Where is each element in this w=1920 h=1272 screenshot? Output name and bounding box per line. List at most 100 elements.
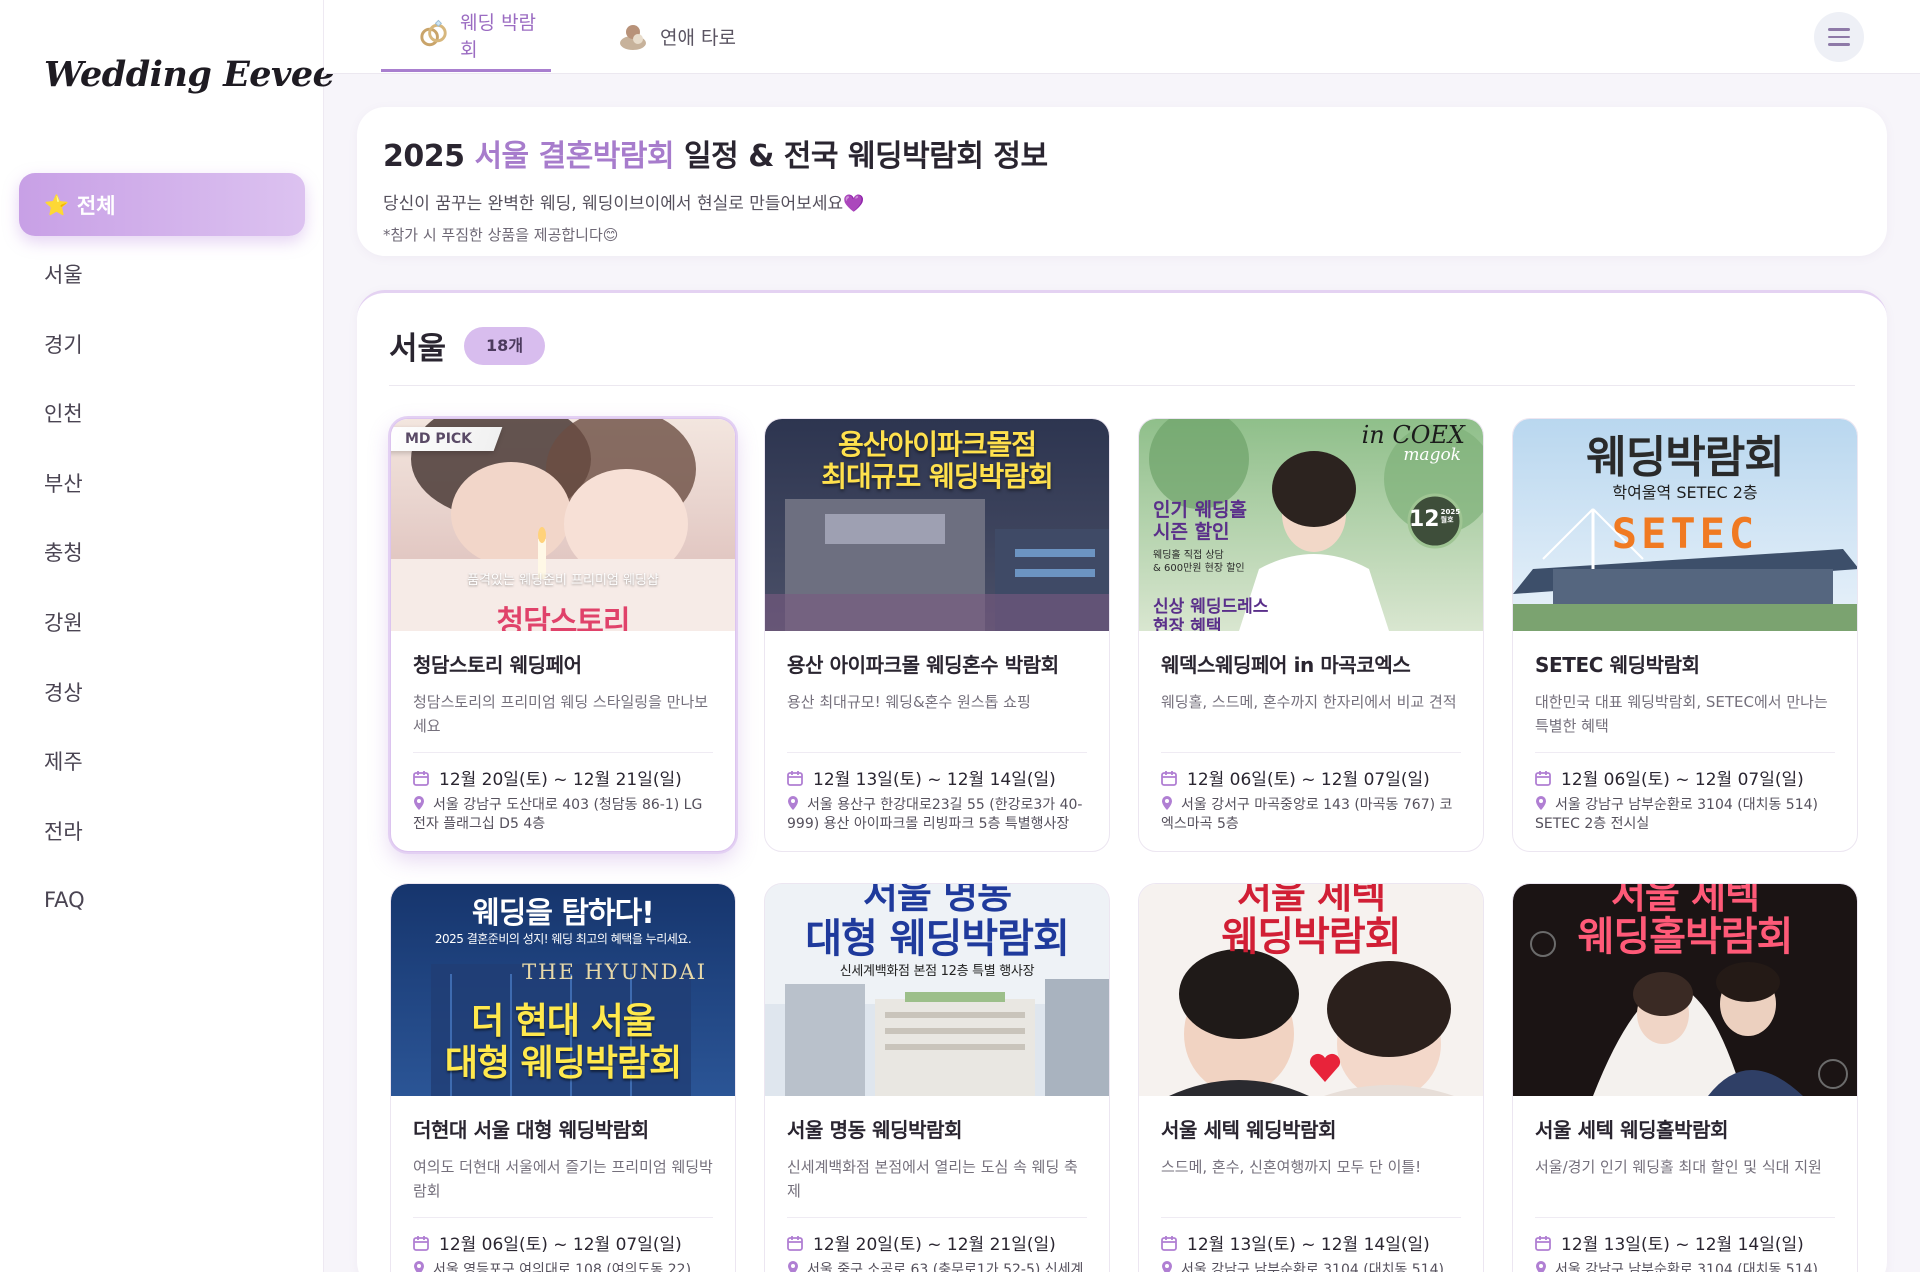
card-title: 청담스토리 웨딩페어 <box>413 653 582 677</box>
card-title: 서울 명동 웨딩박람회 <box>787 1118 963 1142</box>
sidebar-item-label: 부산 <box>44 471 83 496</box>
card-title: 용산 아이파크몰 웨딩혼수 박람회 <box>787 653 1059 677</box>
card-description: 대한민국 대표 웨딩박람회, SETEC에서 만나는 특별한 혜택 <box>1535 693 1828 735</box>
hamburger-menu-button[interactable] <box>1814 12 1864 62</box>
location-text: 서울 강남구 도산대로 403 (청담동 86-1) LG전자 플래그십 D5 … <box>413 797 703 832</box>
calendar-icon <box>787 770 803 786</box>
page-title: 2025 서울 결혼박람회 일정 & 전국 웨딩박람회 정보 <box>383 131 1861 175</box>
card-date: 12월 13일(토) ~ 12월 14일(일) <box>1535 1230 1835 1255</box>
title-suffix: 일정 & 전국 웨딩박람회 정보 <box>674 139 1048 174</box>
card-location: 서울 영등포구 여의대로 108 (여의도동 22) <box>413 1261 713 1272</box>
page-note: *참가 시 푸짐한 상품을 제공합니다😊 <box>383 226 619 244</box>
card-divider <box>1535 1217 1835 1218</box>
card-location: 서울 강남구 남부순환로 3104 (대치동 514) <box>1535 1261 1835 1272</box>
page-header: 2025 서울 결혼박람회 일정 & 전국 웨딩박람회 정보 당신이 꿈꾸는 완… <box>357 107 1887 256</box>
calendar-icon <box>1535 770 1551 786</box>
sidebar-item-gyeongsang[interactable]: 경상 <box>19 660 305 723</box>
divider <box>389 385 1855 386</box>
card-body: 서울 명동 웨딩박람회 신세계백화점 본점에서 열리는 도심 속 웨딩 축제 1… <box>765 1096 1109 1272</box>
magok-brand: magok <box>1403 445 1461 465</box>
section-title: 서울 <box>389 331 447 367</box>
location-text: 서울 중구 소공로 63 (충무로1가 52-5) 신세계 <box>807 1262 1084 1272</box>
tab-love-tarot[interactable]: 연애 타로 <box>616 0 766 72</box>
thumbnail-caption: 품격있는 웨딩준비 프리미엄 웨딩샵 <box>467 573 659 588</box>
location-text: 서울 강남구 남부순환로 3104 (대치동 514) <box>1555 1262 1818 1272</box>
card-body: 웨덱스웨딩페어 in 마곡코엑스 웨딩홀, 스드메, 혼수까지 한자리에서 비교… <box>1139 631 1483 834</box>
map-pin-icon <box>414 1261 424 1272</box>
sidebar-item-jeju[interactable]: 제주 <box>19 730 305 793</box>
fair-card-thehyundai[interactable]: 웨딩을 탐하다! 2025 결혼준비의 성지! 웨딩 최고의 혜택을 누리세요.… <box>390 883 736 1272</box>
fair-card-setec-hall[interactable]: 서울 세텍 웨딩홀박람회 서울 세텍 웨딩홀박람회 서울/경기 인기 웨딩홀 최… <box>1512 883 1858 1272</box>
card-divider <box>787 1217 1087 1218</box>
map-pin-icon <box>1536 796 1546 810</box>
fair-card-wedex-magok[interactable]: in COEX magok 인기 웨딩홀 시즌 할인 웨딩홀 직접 상담 & 600… <box>1138 418 1484 852</box>
hyundai-brand: THE HYUNDAI <box>522 960 707 984</box>
sidebar-item-incheon[interactable]: 인천 <box>19 382 305 445</box>
sidebar-item-label: 제주 <box>44 750 83 775</box>
date-text: 12월 13일(토) ~ 12월 14일(일) <box>1187 1235 1430 1255</box>
card-title: 서울 세텍 웨딩박람회 <box>1161 1118 1337 1142</box>
fair-thumbnail: 서울 세텍 웨딩박람회 <box>1139 884 1483 1096</box>
brand-logo[interactable]: Wedding Eevee♥ <box>44 54 359 95</box>
card-divider <box>1161 752 1461 753</box>
calendar-icon <box>413 1235 429 1251</box>
fair-card-ipark[interactable]: 용산아이파크몰점 최대규모 웨딩박람회 용산 아이파크몰 웨딩혼수 박람회 용산… <box>764 418 1110 852</box>
card-description: 신세계백화점 본점에서 열리는 도심 속 웨딩 축제 <box>787 1158 1078 1200</box>
card-title: 웨덱스웨딩페어 in 마곡코엑스 <box>1161 653 1411 677</box>
card-location: 서울 용산구 한강대로23길 55 (한강로3가 40-999) 용산 아이파크… <box>787 796 1087 834</box>
fair-thumbnail: 용산아이파크몰점 최대규모 웨딩박람회 <box>765 419 1109 631</box>
wedding-rings-icon <box>420 19 447 46</box>
card-date: 12월 06일(토) ~ 12월 07일(일) <box>1161 765 1461 790</box>
card-description: 청담스토리의 프리미엄 웨딩 스타일링을 만나보세요 <box>413 693 709 735</box>
sidebar-item-all[interactable]: ⭐ 전체 <box>19 173 305 236</box>
sidebar-item-seoul[interactable]: 서울 <box>19 243 305 306</box>
thumbnail-title: 웨딩을 탐하다! <box>472 896 655 931</box>
sidebar-item-label: 전라 <box>44 819 83 844</box>
map-pin-icon <box>1536 1261 1546 1272</box>
location-text: 서울 용산구 한강대로23길 55 (한강로3가 40-999) 용산 아이파크… <box>787 797 1083 832</box>
fair-card-setec[interactable]: 웨딩박람회 학여울역 SETEC 2층 SETEC SETEC 웨딩박람회 대한… <box>1512 418 1858 852</box>
page-subtitle: 당신이 꿈꾸는 완벽한 웨딩, 웨딩이브이에서 현실로 만들어보세요💜 <box>383 194 865 214</box>
setec-sign: SETEC <box>1611 509 1759 558</box>
map-pin-icon <box>1162 796 1172 810</box>
sidebar-item-faq[interactable]: FAQ <box>19 869 305 932</box>
fair-card-cheongdam[interactable]: MD PICK 품격있는 웨딩준비 프리미엄 웨딩샵 청담스토리 청담스토리 웨… <box>390 418 736 852</box>
date-text: 12월 13일(토) ~ 12월 14일(일) <box>813 770 1056 790</box>
tab-wedding-fair[interactable]: 웨딩 박람회 <box>381 0 551 72</box>
tab-label: 연애 타로 <box>660 26 736 49</box>
top-tab-bar: 웨딩 박람회 연애 타로 <box>324 0 1920 74</box>
fair-thumbnail: 서울 명동 대형 웨딩박람회 신세계백화점 본점 12층 특별 행사장 <box>765 884 1109 1096</box>
card-location: 서울 강남구 남부순환로 3104 (대치동 514) <box>1161 1261 1461 1272</box>
card-body: 용산 아이파크몰 웨딩혼수 박람회 용산 최대규모! 웨딩&혼수 원스톱 쇼핑 … <box>765 631 1109 834</box>
thumbnail-caption: 신세계백화점 본점 12층 특별 행사장 <box>839 964 1035 979</box>
calendar-icon <box>787 1235 803 1251</box>
tab-label: 웨딩 박람회 <box>460 11 537 61</box>
card-title: 더현대 서울 대형 웨딩박람회 <box>413 1118 649 1142</box>
section-header: 서울 18개 <box>389 323 546 368</box>
thumbnail-promo: 대형 웨딩박람회 <box>444 1043 682 1084</box>
thumbnail-subtitle: 웨딩박람회 <box>1221 914 1402 960</box>
date-text: 12월 06일(토) ~ 12월 07일(일) <box>1561 770 1804 790</box>
date-text: 12월 20일(토) ~ 12월 21일(일) <box>439 770 682 790</box>
sidebar-item-label: 전체 <box>76 193 116 218</box>
sidebar-item-jeolla[interactable]: 전라 <box>19 799 305 862</box>
card-divider <box>1161 1217 1461 1218</box>
card-divider <box>413 1217 713 1218</box>
fair-card-myeongdong[interactable]: 서울 명동 대형 웨딩박람회 신세계백화점 본점 12층 특별 행사장 서울 명… <box>764 883 1110 1272</box>
card-divider <box>413 752 713 753</box>
map-pin-icon <box>788 1261 798 1272</box>
card-divider <box>1535 752 1835 753</box>
sidebar-item-label: 경상 <box>44 680 83 705</box>
fair-thumbnail: in COEX magok 인기 웨딩홀 시즌 할인 웨딩홀 직접 상담 & 600… <box>1139 419 1483 631</box>
sidebar-item-gangwon[interactable]: 강원 <box>19 591 305 654</box>
sidebar-item-busan[interactable]: 부산 <box>19 451 305 514</box>
card-title: 서울 세텍 웨딩홀박람회 <box>1535 1118 1729 1142</box>
fair-thumbnail: 서울 세텍 웨딩홀박람회 <box>1513 884 1857 1096</box>
card-body: 서울 세텍 웨딩박람회 스드메, 혼수, 신혼여행까지 모두 단 이틀! 12월… <box>1139 1096 1483 1272</box>
title-highlight: 서울 결혼박람회 <box>474 139 675 174</box>
fair-card-setec-wedding[interactable]: 서울 세텍 웨딩박람회 서울 세텍 웨딩박람회 스드메, 혼수, 신혼여행까지 … <box>1138 883 1484 1272</box>
card-description: 용산 최대규모! 웨딩&혼수 원스톱 쇼핑 <box>787 693 1031 711</box>
sidebar-item-gyeonggi[interactable]: 경기 <box>19 312 305 375</box>
sidebar-item-chungcheong[interactable]: 충청 <box>19 521 305 584</box>
thumbnail-promo: 신상 웨딩드레스 현장 혜택 <box>1153 597 1269 631</box>
